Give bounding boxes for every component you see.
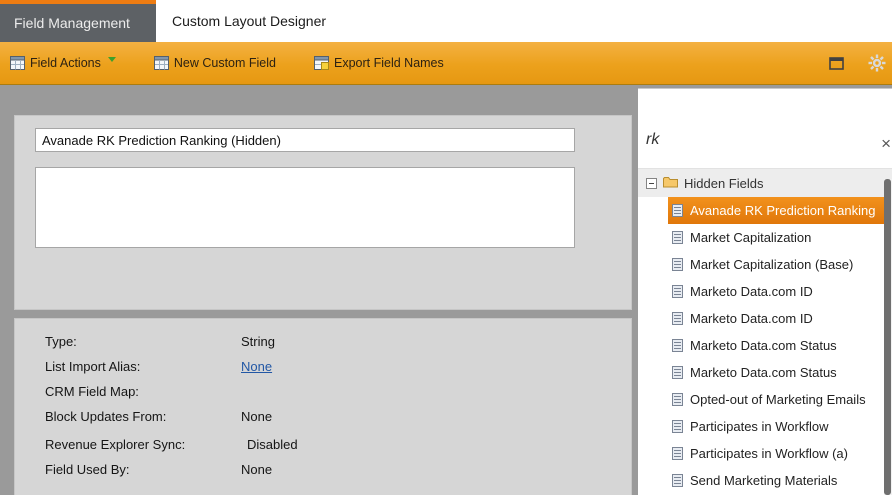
detail-value: Disabled [247,437,298,452]
export-field-names-button[interactable]: Export Field Names [314,56,444,70]
tab-custom-layout-designer-label: Custom Layout Designer [172,13,326,29]
field-editor-panel [14,115,632,310]
field-icon [672,366,683,379]
tree-item[interactable]: Marketo Data.com Status [638,332,884,359]
field-search-input[interactable] [646,131,851,149]
detail-row-type: Type: String [15,334,631,359]
collapse-icon[interactable] [646,178,657,189]
tree-item[interactable]: Marketo Data.com Status [638,359,884,386]
detail-row-list-import-alias: List Import Alias: None [15,359,631,384]
new-custom-field-button[interactable]: New Custom Field [154,56,276,70]
detail-row-block-updates-from: Block Updates From: None [15,409,631,434]
field-actions-label: Field Actions [30,56,101,70]
field-browser-sidebar: × Hidden Fields Avanade RK Prediction Ra… [638,88,892,495]
detail-value: None [241,409,272,424]
window-icon[interactable] [829,57,844,70]
dropdown-arrow-icon [108,57,116,62]
detail-value: None [241,462,272,477]
tree-item[interactable]: Participates in Workflow (a) [638,440,884,467]
tree-item-label: Participates in Workflow (a) [690,446,848,461]
detail-row-field-used-by: Field Used By: None [15,462,631,487]
tree-item-label: Send Marketing Materials [690,473,837,488]
toolbar-right [829,42,886,84]
tab-field-management[interactable]: Field Management [0,0,156,42]
grid-table-yellow-icon [314,56,329,70]
clear-search-icon[interactable]: × [881,135,891,152]
field-actions-button[interactable]: Field Actions [10,56,116,70]
export-field-names-label: Export Field Names [334,56,444,70]
tree-item-label: Marketo Data.com Status [690,365,837,380]
detail-row-revenue-explorer-sync: Revenue Explorer Sync: Disabled [15,437,631,462]
folder-icon [663,176,678,191]
tab-bar: Field Management Custom Layout Designer [0,0,892,42]
tree-item[interactable]: Send Marketing Materials [638,467,884,494]
field-icon [672,339,683,352]
detail-label: Field Used By: [45,462,130,477]
tree-item[interactable]: Marketo Data.com ID [638,278,884,305]
tree-item-label: Marketo Data.com Status [690,338,837,353]
detail-label: CRM Field Map: [45,384,139,399]
field-icon [672,312,683,325]
tree-item-label: Market Capitalization (Base) [690,257,853,272]
tree-item[interactable]: Marketo Data.com ID [638,305,884,332]
list-import-alias-link[interactable]: None [241,359,272,374]
grid-table-icon [154,56,169,70]
grid-table-icon [10,56,25,70]
field-name-input[interactable] [35,128,575,152]
detail-label: Revenue Explorer Sync: [45,437,185,452]
tree-item-label: Marketo Data.com ID [690,311,813,326]
tree-item-label: Avanade RK Prediction Ranking [690,203,876,218]
tree-item[interactable]: Market Capitalization [638,224,884,251]
field-icon [672,258,683,271]
field-tree: Avanade RK Prediction Ranking Market Cap… [638,197,884,494]
tab-field-management-label: Field Management [14,15,130,31]
tree-item-label: Market Capitalization [690,230,811,245]
gear-icon[interactable] [868,54,886,72]
folder-label: Hidden Fields [684,176,764,191]
field-search-row: × [638,89,892,169]
field-details-panel: Type: String List Import Alias: None CRM… [14,318,632,495]
field-management-app: Field Management Custom Layout Designer … [0,0,892,495]
new-custom-field-label: New Custom Field [174,56,276,70]
tree-item-label: Marketo Data.com ID [690,284,813,299]
tree-item-label: Opted-out of Marketing Emails [690,392,866,407]
detail-row-crm-field-map: CRM Field Map: [15,384,631,409]
field-description-input[interactable] [35,167,575,248]
tree-item-label: Participates in Workflow [690,419,828,434]
field-icon [672,474,683,487]
field-icon [672,231,683,244]
detail-label: Block Updates From: [45,409,166,424]
detail-label: List Import Alias: [45,359,140,374]
field-icon [672,204,683,217]
field-icon [672,285,683,298]
tree-item[interactable]: Participates in Workflow [638,413,884,440]
toolbar: Field Actions New Custom Field Export Fi… [0,42,892,85]
tab-custom-layout-designer[interactable]: Custom Layout Designer [156,0,342,42]
scrollbar-thumb[interactable] [884,179,891,495]
field-icon [672,393,683,406]
detail-label: Type: [45,334,77,349]
tree-item[interactable]: Opted-out of Marketing Emails [638,386,884,413]
detail-value: String [241,334,275,349]
tree-item-selected[interactable]: Avanade RK Prediction Ranking [668,197,884,224]
field-icon [672,420,683,433]
field-icon [672,447,683,460]
sidebar-scrollbar[interactable] [884,179,892,495]
folder-hidden-fields[interactable]: Hidden Fields [638,169,892,197]
tree-item[interactable]: Market Capitalization (Base) [638,251,884,278]
